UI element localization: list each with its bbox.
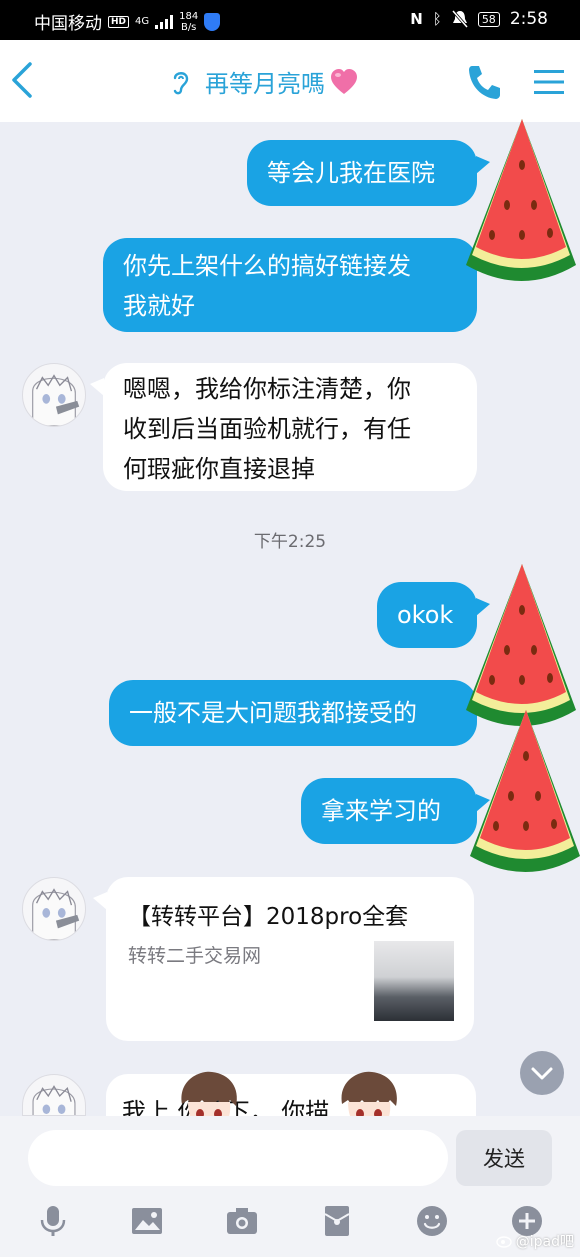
bluetooth-icon: ᛒ [432,10,442,28]
chat-title: 再等月亮嗎 [205,64,359,99]
link-card-title: 【转转平台】2018pro全套 [128,904,409,930]
microphone-icon[interactable] [36,1204,70,1238]
send-button[interactable]: 发送 [456,1130,552,1186]
message-bubble-out[interactable]: 一般不是大问题我都接受的 [109,680,477,746]
message-text: 拿来学习的 [321,797,441,825]
camera-icon[interactable] [225,1204,259,1238]
message-bubble-out[interactable]: 你先上架什么的搞好链接发 我就好 [103,238,477,332]
contact-avatar[interactable] [22,1074,86,1116]
signal-icon [155,14,174,29]
message-timestamp: 下午2:25 [253,532,327,552]
message-text: 嗯嗯，我给你标注清楚，你 [123,375,411,403]
status-bar: 中国移动 HD 4G 184 B/s N ᛒ 58 2:58 [0,0,580,40]
battery-indicator: 58 [477,11,500,27]
red-packet-icon[interactable] [320,1204,354,1238]
message-text: okok [397,601,454,629]
shield-icon [204,12,221,31]
hamburger-menu-icon[interactable] [534,68,564,96]
contact-avatar[interactable] [22,363,86,427]
watermelon-sticker [470,710,580,872]
input-bar: 发送 @ipad吧 [0,1116,580,1257]
message-text: 等会儿我在医院 [267,159,435,187]
message-text: 何瑕疵你直接退掉 [123,455,315,483]
network-speed: 184 B/s [179,10,199,33]
message-text: 一般不是大问题我都接受的 [129,699,417,727]
watermelon-sticker [466,119,576,281]
message-bubble-out[interactable]: 等会儿我在医院 [247,140,477,206]
scroll-to-bottom-button[interactable] [520,1051,564,1095]
message-input[interactable] [28,1130,448,1186]
bubble-tail [93,892,107,910]
chevron-left-icon[interactable] [8,58,48,102]
watermark-text: @ipad吧 [515,1234,574,1250]
message-text: 你先上架什么的搞好链接发 [123,252,411,280]
link-card-thumbnail [374,941,454,1021]
message-text: 我就好 [123,292,195,320]
message-bubble-in[interactable]: 我上 你看下， 你描 [106,1074,476,1116]
weibo-logo-icon [496,1236,512,1248]
network-type: 4G [135,16,150,27]
contact-avatar[interactable] [22,877,86,941]
chat-header: 再等月亮嗎 [0,40,580,122]
input-toolbar [0,1204,580,1244]
message-bubble-in[interactable]: 嗯嗯，我给你标注清楚，你 收到后当面验机就行，有任 何瑕疵你直接退掉 [103,363,477,491]
link-card[interactable]: 【转转平台】2018pro全套 转转二手交易网 [106,877,474,1041]
contact-name: 再等月亮嗎 [205,70,325,98]
image-icon[interactable] [130,1204,164,1238]
clock: 2:58 [509,9,548,29]
hd-badge: HD [108,15,130,28]
pink-heart-icon [331,68,357,94]
ear-icon [173,72,189,95]
mute-bell-icon [451,10,468,28]
message-text: 收到后当面验机就行，有任 [123,415,411,443]
emoji-icon[interactable] [415,1204,449,1238]
watermark: @ipad吧 [496,1231,574,1251]
link-card-source: 转转二手交易网 [128,945,262,967]
phone-icon[interactable] [466,62,502,102]
message-bubble-out[interactable]: 拿来学习的 [301,778,477,844]
carrier-label: 中国移动 [34,14,102,34]
bubble-tail [90,378,104,396]
chevron-down-icon [531,1067,553,1080]
nfc-icon: N [410,10,423,28]
